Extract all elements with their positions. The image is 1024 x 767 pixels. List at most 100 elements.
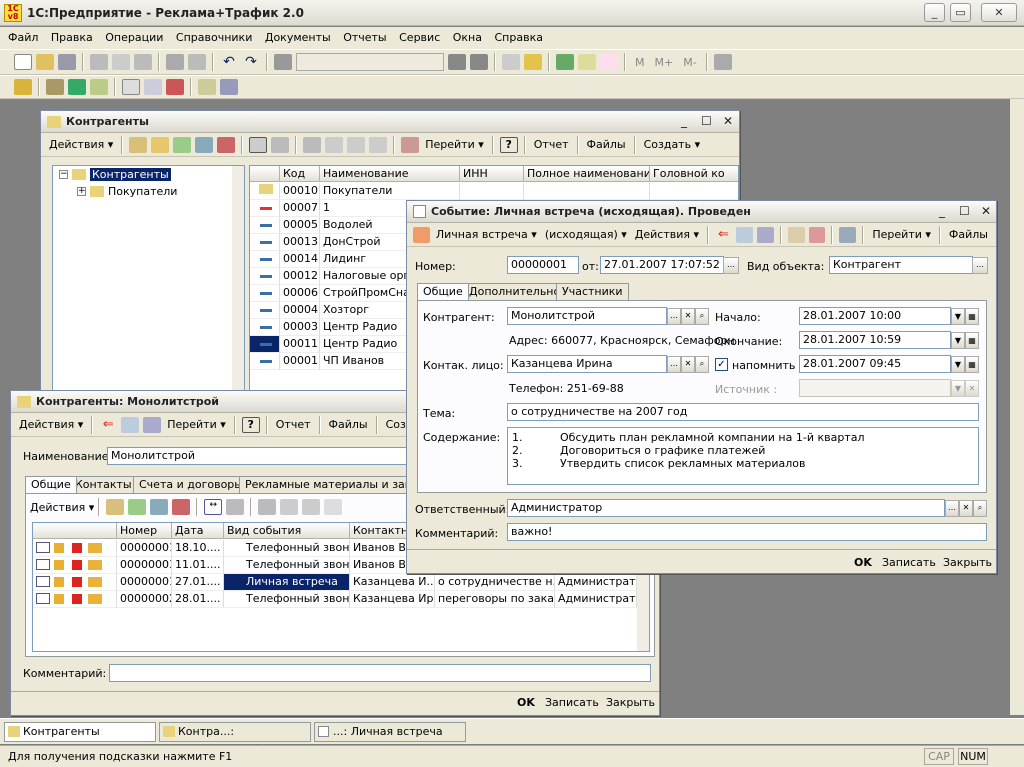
print-icon[interactable]: [166, 54, 184, 70]
help-icon[interactable]: ?: [241, 416, 260, 433]
post-icon[interactable]: ⇐: [715, 227, 732, 243]
start-calendar-icon[interactable]: ▦: [965, 308, 979, 325]
maximize-icon[interactable]: ☐: [701, 114, 712, 128]
tool-icon-2[interactable]: [68, 79, 86, 95]
report-button[interactable]: Отчет: [530, 138, 573, 151]
workspace-scrollbar[interactable]: [1010, 99, 1024, 715]
clear-filter-icon[interactable]: [324, 499, 343, 515]
responsible-open-button[interactable]: ⌕: [973, 500, 987, 517]
topic-field[interactable]: о сотрудничестве на 2007 год: [507, 403, 979, 421]
tree-node-label[interactable]: Контрагенты: [90, 168, 171, 181]
contact-clear-button[interactable]: ✕: [681, 356, 695, 373]
window-icon[interactable]: [502, 54, 520, 70]
goto-icon[interactable]: [756, 226, 774, 243]
contragent-clear-button[interactable]: ✕: [681, 308, 695, 325]
add-icon[interactable]: [106, 499, 125, 515]
end-calendar-icon[interactable]: ▦: [965, 332, 979, 349]
structure-icon[interactable]: [121, 416, 140, 433]
taskbar-event[interactable]: ...: Личная встреча (ис...: [314, 721, 466, 756]
files-button[interactable]: Файлы: [583, 138, 630, 151]
maximize-button[interactable]: ▭: [950, 3, 971, 22]
tools-icon[interactable]: [713, 54, 732, 70]
events-actions-menu[interactable]: Действия ▾: [30, 501, 94, 514]
filter-icon[interactable]: [258, 499, 277, 515]
contragent-select-button[interactable]: …: [667, 308, 681, 325]
create-menu[interactable]: Создать ▾: [640, 138, 705, 151]
close-button[interactable]: Закрыть: [943, 556, 992, 569]
search-combo[interactable]: [296, 53, 444, 71]
filter-list-icon[interactable]: [347, 136, 366, 153]
tree-scrollbar[interactable]: [232, 166, 244, 392]
undo-icon[interactable]: ↶: [220, 54, 238, 70]
edit-item-icon[interactable]: [195, 136, 214, 153]
users-icon[interactable]: [14, 79, 32, 95]
menu-file[interactable]: Файл: [8, 31, 38, 44]
taskbar-counterparties[interactable]: Контрагенты: [4, 721, 156, 742]
menu-windows[interactable]: Окна: [453, 31, 482, 44]
object-type-field[interactable]: Контрагент: [829, 256, 973, 274]
end-dropdown-button[interactable]: ▼: [951, 332, 965, 349]
post-icon[interactable]: ⇐: [99, 417, 117, 433]
tab-general[interactable]: Общие: [25, 476, 77, 493]
menu-documents[interactable]: Документы: [265, 31, 331, 44]
edit-item-icon[interactable]: [150, 499, 169, 515]
journal-icon[interactable]: [122, 79, 140, 95]
filter-list-icon[interactable]: [302, 499, 321, 515]
redo-icon[interactable]: ↷: [242, 54, 260, 70]
structure-icon[interactable]: [735, 226, 753, 243]
structure-icon[interactable]: [166, 79, 184, 95]
tab-additional[interactable]: Дополнительно: [463, 283, 567, 300]
tool-icon-1[interactable]: [46, 79, 64, 95]
close-button[interactable]: ✕: [981, 3, 1017, 22]
event-kind-menu[interactable]: Личная встреча ▾: [432, 228, 541, 241]
menu-service[interactable]: Сервис: [399, 31, 440, 44]
responsible-field[interactable]: Администратор: [507, 499, 945, 517]
date-field[interactable]: 27.01.2007 17:07:52: [600, 256, 724, 274]
minimize-icon[interactable]: _: [681, 114, 687, 128]
start-field[interactable]: 28.01.2007 10:00: [799, 307, 951, 325]
tool-icon-3[interactable]: [90, 79, 108, 95]
copy-item-icon[interactable]: [173, 136, 192, 153]
taskbar-monolit[interactable]: Контра...: Монолитстрой: [159, 721, 311, 756]
list-icon[interactable]: [144, 79, 162, 95]
files-button[interactable]: Файлы: [945, 228, 992, 241]
contact-select-button[interactable]: …: [667, 356, 681, 373]
number-field[interactable]: 00000001: [507, 256, 579, 274]
find-prev-icon[interactable]: [470, 54, 488, 70]
goto-menu[interactable]: Перейти ▾: [421, 138, 488, 151]
tab-general[interactable]: Общие: [417, 283, 469, 300]
filter-icon[interactable]: [303, 136, 322, 153]
actions-menu[interactable]: Действия ▾: [45, 138, 117, 151]
save-icon[interactable]: [58, 54, 76, 70]
contragent-field[interactable]: Монолитстрой: [507, 307, 667, 325]
col-head[interactable]: Головной ко: [650, 166, 738, 182]
goto-menu[interactable]: Перейти ▾: [163, 418, 230, 431]
comment-field[interactable]: [109, 664, 651, 682]
memory-store-button[interactable]: M: [635, 56, 645, 69]
new-document-icon[interactable]: [14, 54, 32, 70]
content-textarea[interactable]: 1. Обсудить план рекламной компании на 1-…: [507, 427, 979, 485]
preview-icon[interactable]: [188, 54, 206, 70]
source-clear-button[interactable]: ✕: [965, 380, 979, 397]
memory-sub-button[interactable]: M-: [683, 56, 696, 69]
refresh-icon[interactable]: [401, 136, 420, 153]
filter-value-icon[interactable]: [280, 499, 299, 515]
save-button[interactable]: Записать: [545, 696, 599, 709]
hierarchy-icon[interactable]: [249, 136, 268, 153]
contact-field[interactable]: Казанцева Ирина: [507, 355, 667, 373]
delete-icon[interactable]: [217, 136, 236, 153]
responsible-clear-button[interactable]: ✕: [959, 500, 973, 517]
remind-checkbox[interactable]: ✓: [715, 358, 728, 371]
copy-item-icon[interactable]: [128, 499, 147, 515]
col-name[interactable]: Наименование: [320, 166, 460, 182]
copy-icon[interactable]: [112, 54, 130, 70]
col-number[interactable]: Номер: [117, 523, 172, 539]
ok-button[interactable]: OK: [517, 696, 535, 709]
name-field[interactable]: Монолитстрой: [107, 447, 407, 465]
files-button[interactable]: Файлы: [325, 418, 372, 431]
tree-node-label[interactable]: Покупатели: [108, 185, 177, 198]
tab-contacts[interactable]: Контакты: [69, 476, 138, 493]
edit-icon[interactable]: [220, 79, 238, 95]
calendar-icon[interactable]: [578, 54, 596, 70]
minimize-button[interactable]: _: [924, 3, 945, 22]
